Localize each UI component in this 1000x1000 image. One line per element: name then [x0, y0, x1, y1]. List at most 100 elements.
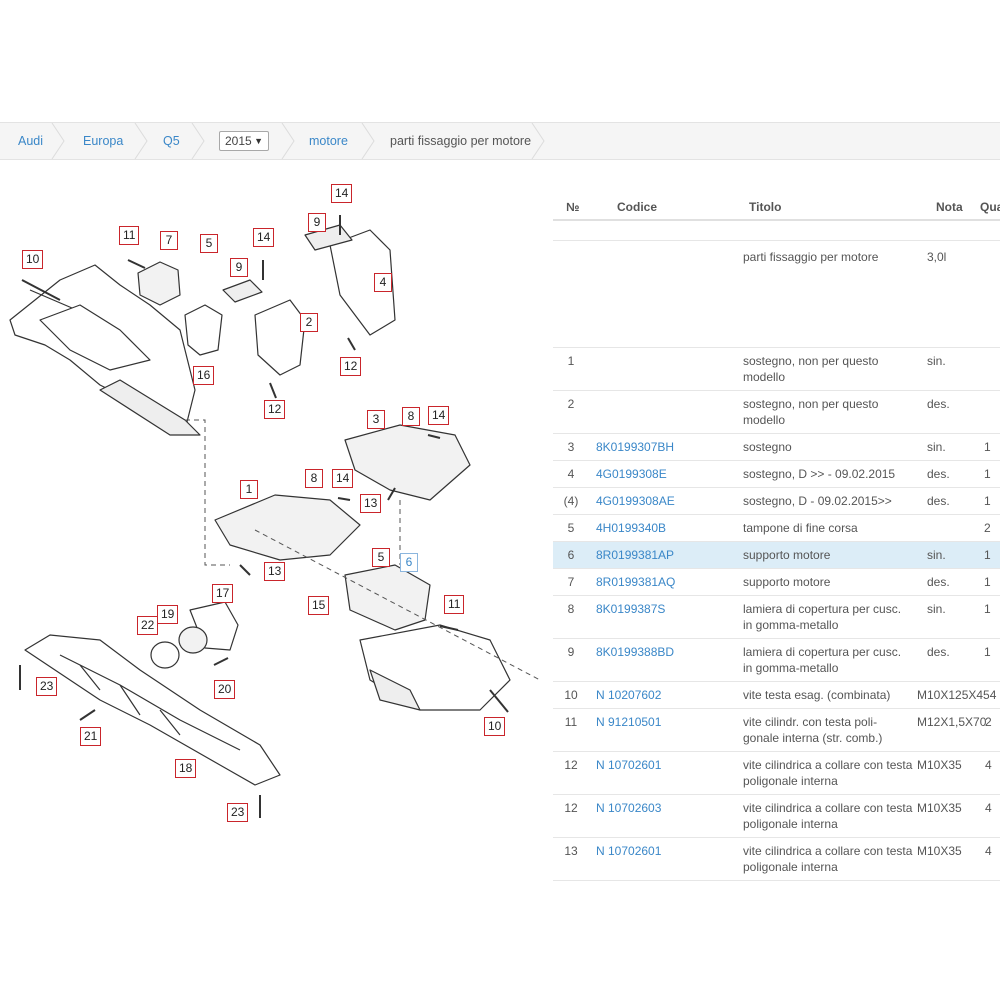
breadcrumb-europa[interactable]: Europa [83, 123, 123, 159]
table-spacer [553, 221, 1000, 241]
row-num: 6 [567, 548, 575, 562]
breadcrumb-q5[interactable]: Q5 [163, 123, 180, 159]
row-note: sin. [927, 602, 946, 616]
row-code-link[interactable]: 4G0199308E [596, 466, 667, 482]
callout-21[interactable]: 21 [80, 727, 102, 746]
row-title: lamiera di copertura per cusc. in gomma-… [743, 645, 902, 675]
parts-drawing [9, 215, 541, 818]
callout-12[interactable]: 12 [264, 400, 286, 419]
callout-5[interactable]: 5 [372, 548, 390, 567]
table-row[interactable]: 12 N 10702601 vite cilindrica a collare … [553, 752, 1000, 795]
table-row[interactable]: 13 N 10702601 vite cilindrica a collare … [553, 838, 1000, 881]
callout-11[interactable]: 11 [444, 595, 465, 614]
callout-6-active[interactable]: 6 [400, 553, 418, 572]
row-code-link[interactable]: 8R0199381AQ [596, 574, 675, 590]
row-code-link[interactable]: 8R0199381AP [596, 547, 674, 563]
callout-12[interactable]: 12 [340, 357, 362, 376]
row-code-link[interactable]: 8K0199307BH [596, 439, 674, 455]
breadcrumb-audi[interactable]: Audi [18, 123, 43, 159]
row-qty: 1 [984, 602, 991, 616]
table-row[interactable]: 1 sostegno, non per questo modello sin. [553, 348, 1000, 391]
table-row[interactable]: (4) 4G0199308AE sostegno, D - 09.02.2015… [553, 488, 1000, 515]
row-code-link[interactable]: N 91210501 [596, 714, 661, 730]
row-code-link[interactable]: 8K0199387S [596, 601, 665, 617]
year-select-value: 2015 [225, 134, 252, 148]
row-note: M10X35 [917, 844, 962, 858]
parts-diagram: 10 11 7 5 14 9 14 9 4 2 12 12 16 3 8 14 … [0, 170, 545, 870]
callout-11[interactable]: 11 [119, 226, 140, 245]
row-title: parti fissaggio per motore [743, 250, 879, 264]
callout-3[interactable]: 3 [367, 410, 385, 429]
row-code-link[interactable]: 4G0199308AE [596, 493, 675, 509]
breadcrumb-separator-icon [134, 123, 148, 159]
row-num: 10 [564, 688, 578, 702]
callout-10[interactable]: 10 [484, 717, 506, 736]
row-qty: 1 [984, 575, 991, 589]
row-code-link[interactable]: N 10207602 [596, 687, 661, 703]
table-row[interactable]: parti fissaggio per motore 3,0l [553, 241, 1000, 348]
row-title: vite cilindr. con testa poli- gonale int… [743, 715, 883, 745]
callout-9[interactable]: 9 [308, 213, 326, 232]
callout-10[interactable]: 10 [22, 250, 44, 269]
table-row[interactable]: 3 8K0199307BH sostegno sin. 1 [553, 434, 1000, 461]
breadcrumb-separator-icon [361, 123, 375, 159]
table-row[interactable]: 5 4H0199340B tampone di fine corsa 2 [553, 515, 1000, 542]
callout-13[interactable]: 13 [264, 562, 286, 581]
row-num: 13 [564, 844, 578, 858]
row-title: vite cilindrica a collare con testa poli… [743, 801, 913, 831]
row-code-link[interactable]: N 10702601 [596, 843, 661, 859]
row-note: des. [927, 397, 950, 411]
table-row[interactable]: 4 4G0199308E sostegno, D >> - 09.02.2015… [553, 461, 1000, 488]
table-row[interactable]: 7 8R0199381AQ supporto motore des. 1 [553, 569, 1000, 596]
callout-14[interactable]: 14 [331, 184, 353, 203]
breadcrumb-motore[interactable]: motore [309, 123, 348, 159]
row-qty: 4 [985, 844, 992, 858]
callout-14[interactable]: 14 [332, 469, 354, 488]
table-row[interactable]: 9 8K0199388BD lamiera di copertura per c… [553, 639, 1000, 682]
callout-17[interactable]: 17 [212, 584, 234, 603]
row-code-link[interactable]: N 10702601 [596, 757, 661, 773]
row-num: 9 [567, 645, 575, 659]
breadcrumb-separator-icon [531, 123, 545, 159]
row-title: tampone di fine corsa [743, 521, 858, 535]
table-row[interactable]: 10 N 10207602 vite testa esag. (combinat… [553, 682, 1000, 709]
table-row[interactable]: 8 8K0199387S lamiera di copertura per cu… [553, 596, 1000, 639]
callout-15[interactable]: 15 [308, 596, 330, 615]
callout-14[interactable]: 14 [253, 228, 275, 247]
callout-23[interactable]: 23 [227, 803, 249, 822]
callout-16[interactable]: 16 [193, 366, 215, 385]
callout-1[interactable]: 1 [240, 480, 258, 499]
row-code-link[interactable]: N 10702603 [596, 800, 661, 816]
table-row-selected[interactable]: 6 8R0199381AP supporto motore sin. 1 [553, 542, 1000, 569]
callout-20[interactable]: 20 [214, 680, 236, 699]
row-note: des. [927, 575, 950, 589]
callout-23[interactable]: 23 [36, 677, 58, 696]
callout-4[interactable]: 4 [374, 273, 392, 292]
row-num: 3 [567, 440, 575, 454]
callout-7[interactable]: 7 [160, 231, 178, 250]
header-num: № [566, 200, 580, 214]
row-code-link[interactable]: 4H0199340B [596, 520, 666, 536]
callout-13[interactable]: 13 [360, 494, 382, 513]
callout-8[interactable]: 8 [402, 407, 420, 426]
row-code-link[interactable]: 8K0199388BD [596, 644, 674, 660]
breadcrumb-separator-icon [191, 123, 205, 159]
callout-5[interactable]: 5 [200, 234, 218, 253]
table-row[interactable]: 11 N 91210501 vite cilindr. con testa po… [553, 709, 1000, 752]
year-select[interactable]: 2015 ▼ [219, 131, 269, 151]
table-row[interactable]: 2 sostegno, non per questo modello des. [553, 391, 1000, 434]
row-note: sin. [927, 440, 946, 454]
table-row[interactable]: 12 N 10702603 vite cilindrica a collare … [553, 795, 1000, 838]
breadcrumb-separator-icon [51, 123, 65, 159]
callout-8[interactable]: 8 [305, 469, 323, 488]
callout-18[interactable]: 18 [175, 759, 197, 778]
callout-14[interactable]: 14 [428, 406, 450, 425]
callout-22[interactable]: 22 [137, 616, 159, 635]
row-title: lamiera di copertura per cusc. in gomma-… [743, 602, 902, 632]
callout-9[interactable]: 9 [230, 258, 248, 277]
callout-19[interactable]: 19 [157, 605, 179, 624]
row-qty: 1 [984, 440, 991, 454]
callout-2[interactable]: 2 [300, 313, 318, 332]
row-qty: 4 [985, 801, 992, 815]
breadcrumb-current: parti fissaggio per motore [390, 134, 532, 148]
